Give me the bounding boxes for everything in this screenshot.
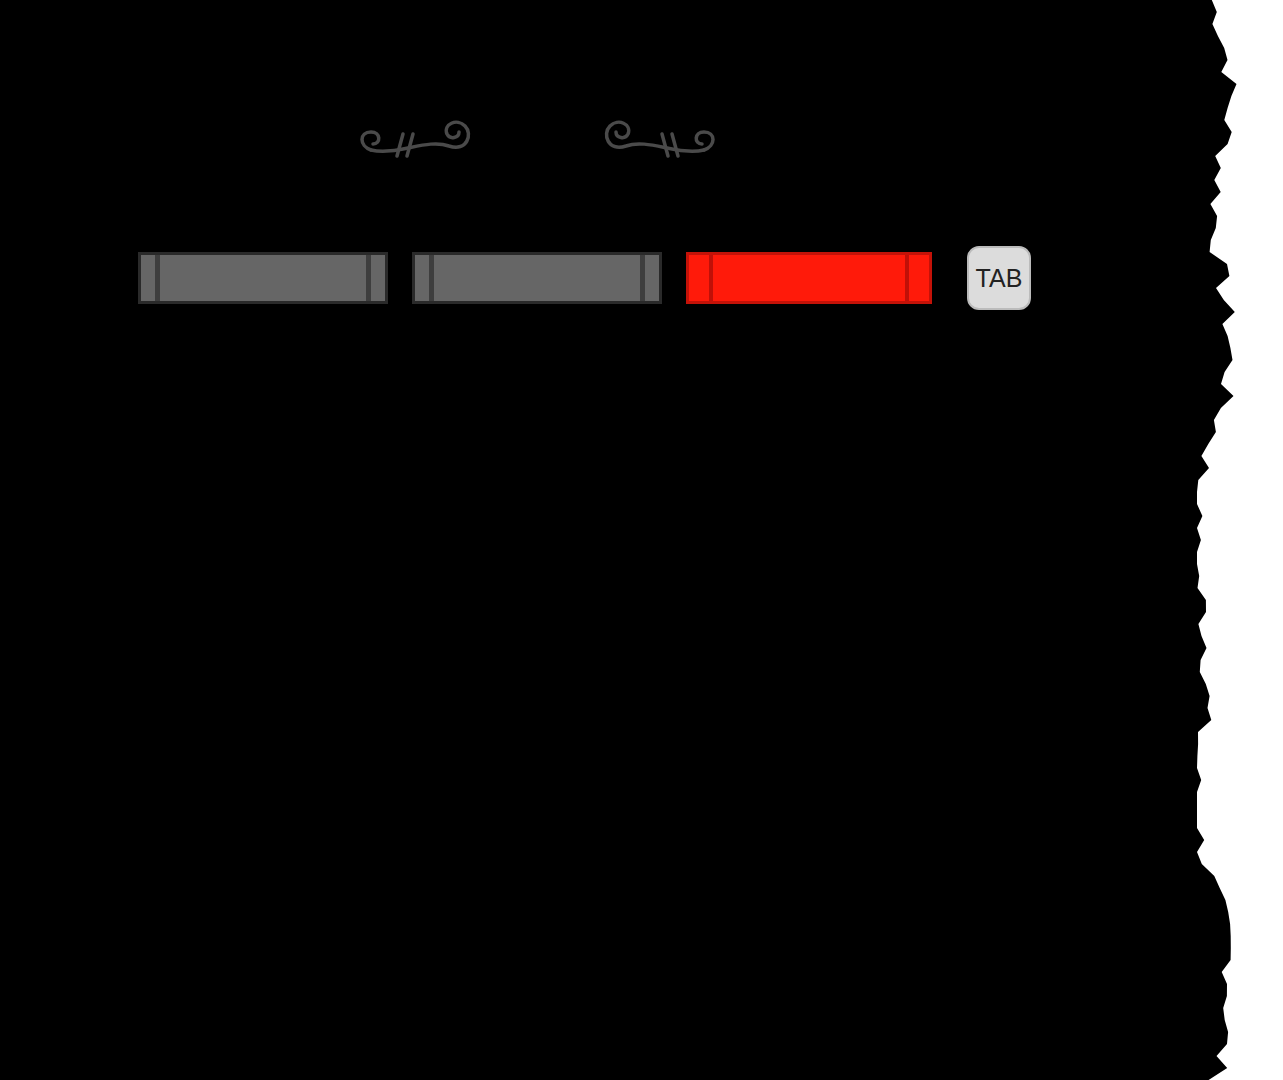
tab-bar-row: TAB [0, 246, 1195, 310]
right-flourish-icon [602, 112, 718, 162]
menu-tab[interactable] [138, 252, 388, 304]
menu-tab[interactable] [686, 252, 932, 304]
left-flourish-icon [357, 112, 473, 162]
menu-tab[interactable] [412, 252, 662, 304]
ornament-row [0, 112, 1195, 162]
torn-edge [1195, 0, 1283, 1080]
menu-panel: TAB [0, 0, 1195, 1080]
menu-screen: TAB [0, 0, 1283, 1080]
torn-paper-icon [1195, 0, 1283, 1080]
tab-key-hint[interactable]: TAB [967, 246, 1031, 310]
